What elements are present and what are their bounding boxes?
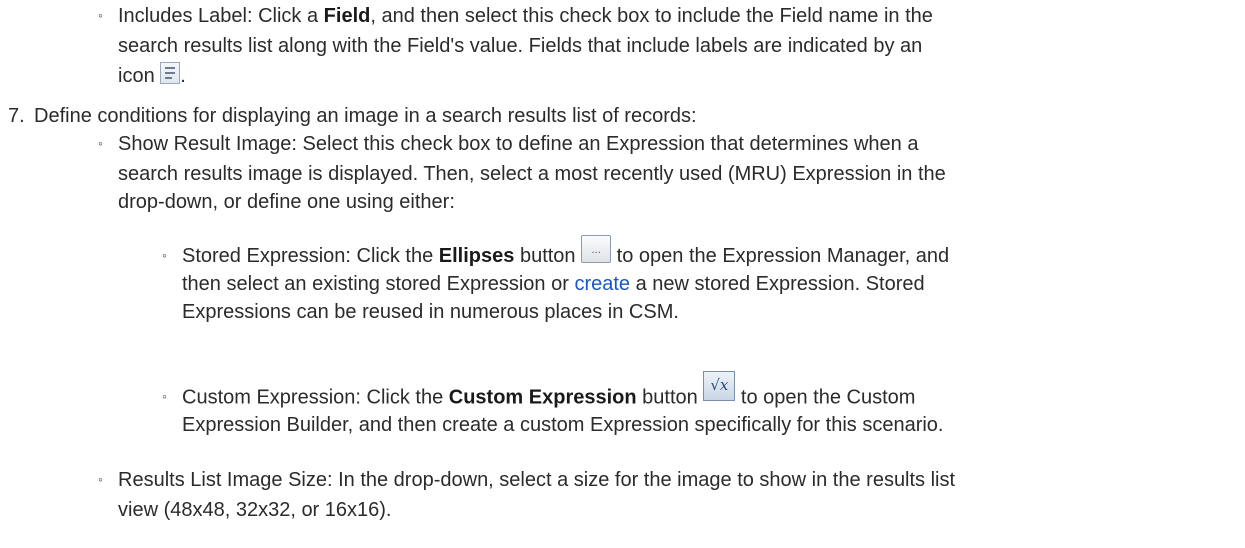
label-field-icon: [160, 61, 181, 84]
includes-label-line-1: Includes Label: Click a Field, and then …: [118, 5, 933, 27]
results-list-image-size-line-2: view (48x48, 32x32, or 16x16).: [118, 499, 392, 521]
bullet-marker: ◦: [162, 247, 167, 263]
includes-label-line-2: search results list along with the Field…: [118, 35, 923, 57]
bullet-marker: ◦: [162, 388, 167, 404]
stored-expression-line-3: Expressions can be reused in numerous pl…: [182, 301, 679, 323]
step-number-7: 7.: [8, 105, 25, 127]
show-result-image-line-2: search results image is displayed. Then,…: [118, 163, 946, 185]
create-link[interactable]: create: [574, 273, 630, 295]
bullet-marker: ◦: [98, 471, 103, 487]
stored-expression-line-1: Stored Expression: Click the Ellipses bu…: [182, 234, 949, 271]
stored-expression-line-2: then select an existing stored Expressio…: [182, 273, 925, 295]
bullet-marker: ◦: [98, 135, 103, 151]
custom-expression-bold: Custom Expression: [448, 386, 637, 409]
ellipsis-button-icon: ...: [581, 234, 612, 263]
ellipses-bold: Ellipses: [438, 245, 515, 267]
field-bold: Field: [323, 5, 371, 27]
custom-expression-icon: √x: [703, 371, 736, 401]
includes-label-line-3: icon .: [118, 61, 186, 90]
show-result-image-line-3: drop-down, or define one using either:: [118, 191, 455, 213]
custom-expression-line-2: Expression Builder, and then create a cu…: [182, 414, 944, 436]
bullet-marker: ◦: [98, 7, 103, 23]
custom-expression-line-1: Custom Expression: Click the Custom Expr…: [182, 371, 915, 413]
step-7-text: Define conditions for displaying an imag…: [34, 105, 697, 127]
results-list-image-size-line-1: Results List Image Size: In the drop-dow…: [118, 469, 956, 491]
show-result-image-line-1: Show Result Image: Select this check box…: [118, 133, 919, 155]
